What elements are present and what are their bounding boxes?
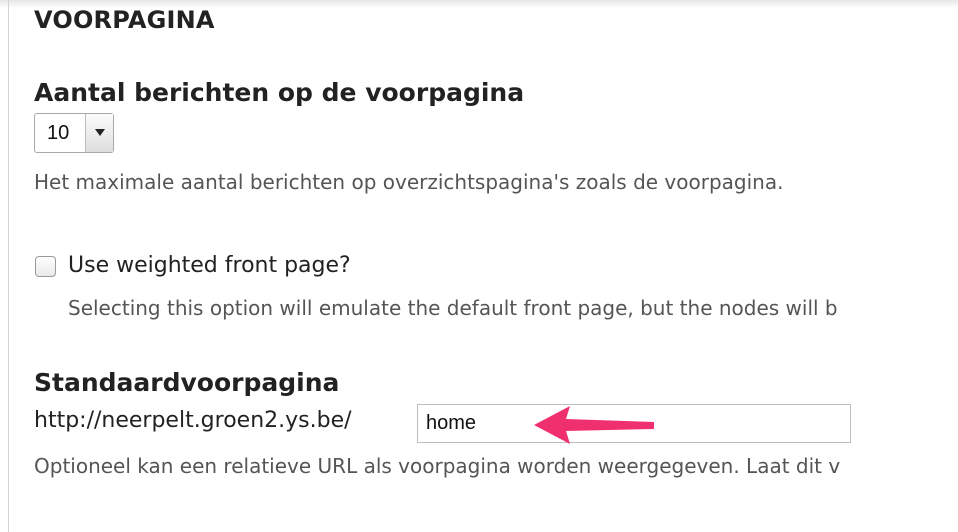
select-value: 10 bbox=[47, 122, 70, 144]
settings-panel: VOORPAGINA Aantal berichten op de voorpa… bbox=[0, 0, 958, 532]
select-dropdown-button[interactable] bbox=[85, 114, 113, 152]
posts-per-page-label: Aantal berichten op de voorpagina bbox=[34, 78, 525, 107]
posts-per-page-select[interactable]: 10 bbox=[34, 113, 114, 153]
weighted-front-page-description: Selecting this option will emulate the d… bbox=[68, 296, 838, 320]
default-front-page-label: Standaardvoorpagina bbox=[34, 368, 340, 397]
left-border bbox=[8, 0, 9, 532]
weighted-front-page-checkbox[interactable] bbox=[35, 256, 56, 277]
posts-per-page-description: Het maximale aantal berichten op overzic… bbox=[34, 170, 784, 194]
section-title: VOORPAGINA bbox=[34, 6, 215, 34]
chevron-down-icon bbox=[95, 129, 105, 136]
arrow-left-icon bbox=[534, 406, 654, 444]
url-prefix: http://neerpelt.groen2.ys.be/ bbox=[34, 408, 352, 433]
weighted-front-page-label[interactable]: Use weighted front page? bbox=[68, 253, 351, 278]
default-front-page-description: Optioneel kan een relatieve URL als voor… bbox=[34, 454, 841, 478]
